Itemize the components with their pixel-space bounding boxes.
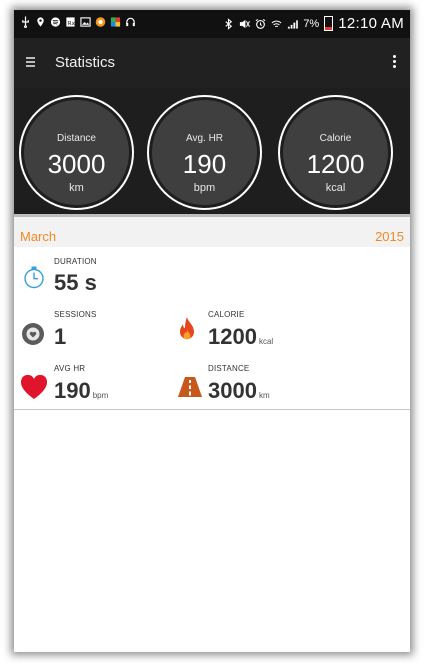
notification-icons: Rx bbox=[20, 16, 136, 28]
clock: 12:10 AM bbox=[338, 15, 404, 32]
duration-label: DURATION bbox=[54, 257, 97, 266]
period-header[interactable]: March 2015 bbox=[14, 217, 410, 247]
page-title: Statistics bbox=[55, 54, 116, 71]
avg-hr-label: AVG HR bbox=[54, 364, 86, 373]
distance-label: DISTANCE bbox=[208, 364, 250, 373]
road-icon bbox=[178, 377, 202, 397]
year-label: 2015 bbox=[375, 229, 404, 244]
svg-text:Rx: Rx bbox=[68, 21, 76, 27]
sessions-value: 1 bbox=[54, 324, 67, 349]
summary-unit: kcal bbox=[325, 182, 346, 194]
timer-icon bbox=[24, 266, 44, 289]
app-bar: Statistics bbox=[14, 38, 410, 88]
app-orange-icon bbox=[95, 17, 106, 27]
distance-summary: Distance 3000 km bbox=[19, 95, 134, 210]
spotify-icon bbox=[50, 17, 61, 27]
avg-hr-value: 190 bpm bbox=[54, 378, 108, 404]
battery-percent: 7% bbox=[303, 17, 320, 30]
location-icon bbox=[37, 17, 44, 27]
month-label: March bbox=[20, 229, 57, 244]
sessions-icon bbox=[22, 323, 44, 345]
overflow-menu-icon[interactable] bbox=[393, 55, 397, 70]
calorie-number: 1200 bbox=[208, 324, 257, 349]
wifi-icon bbox=[271, 20, 282, 27]
duration-value: 55 s bbox=[54, 270, 97, 295]
mute-icon bbox=[240, 19, 251, 28]
calorie-summary: Calorie 1200 kcal bbox=[278, 95, 393, 210]
avg-hr-number: 190 bbox=[54, 378, 91, 403]
summary-unit: km bbox=[69, 182, 84, 194]
summary-unit: bpm bbox=[193, 182, 216, 194]
system-indicators: 7% 12:10 AM bbox=[223, 15, 404, 32]
usb-icon bbox=[22, 16, 29, 28]
summary-value: 1200 bbox=[306, 149, 365, 179]
avg-hr-summary: Avg. HR 190 bpm bbox=[147, 95, 262, 210]
summary-label: Calorie bbox=[319, 133, 352, 144]
summary-value: 190 bbox=[182, 149, 227, 179]
calorie-unit: kcal bbox=[258, 337, 274, 346]
battery-icon bbox=[324, 16, 334, 31]
summary-panel: Distance 3000 km Avg. HR 190 bpm Calorie… bbox=[14, 88, 410, 214]
headphones-icon bbox=[126, 17, 135, 27]
distance-value: 3000 km bbox=[208, 378, 270, 404]
alarm-icon bbox=[255, 18, 266, 29]
calorie-value: 1200 kcal bbox=[208, 324, 273, 350]
menu-icon[interactable] bbox=[26, 57, 35, 67]
distance-number: 3000 bbox=[208, 378, 257, 403]
app-colorful-icon bbox=[110, 17, 121, 27]
section-divider bbox=[14, 409, 410, 410]
prescription-icon: Rx bbox=[66, 17, 76, 27]
calorie-label: CALORIE bbox=[208, 310, 245, 319]
distance-unit: km bbox=[258, 391, 270, 400]
status-bar: Rx 7% 12:10 AM bbox=[14, 10, 410, 38]
fire-icon bbox=[180, 317, 194, 340]
image-icon bbox=[80, 17, 91, 27]
heart-icon bbox=[20, 374, 48, 399]
summary-value: 3000 bbox=[47, 149, 106, 179]
phone-screen: Rx 7% 12:10 AM Statistics Distance 3000 … bbox=[14, 10, 410, 652]
avg-hr-unit: bpm bbox=[92, 391, 109, 400]
sessions-label: SESSIONS bbox=[54, 310, 97, 319]
summary-label: Avg. HR bbox=[185, 133, 224, 144]
bluetooth-icon bbox=[225, 17, 233, 30]
summary-label: Distance bbox=[57, 133, 96, 144]
signal-icon bbox=[288, 19, 299, 29]
